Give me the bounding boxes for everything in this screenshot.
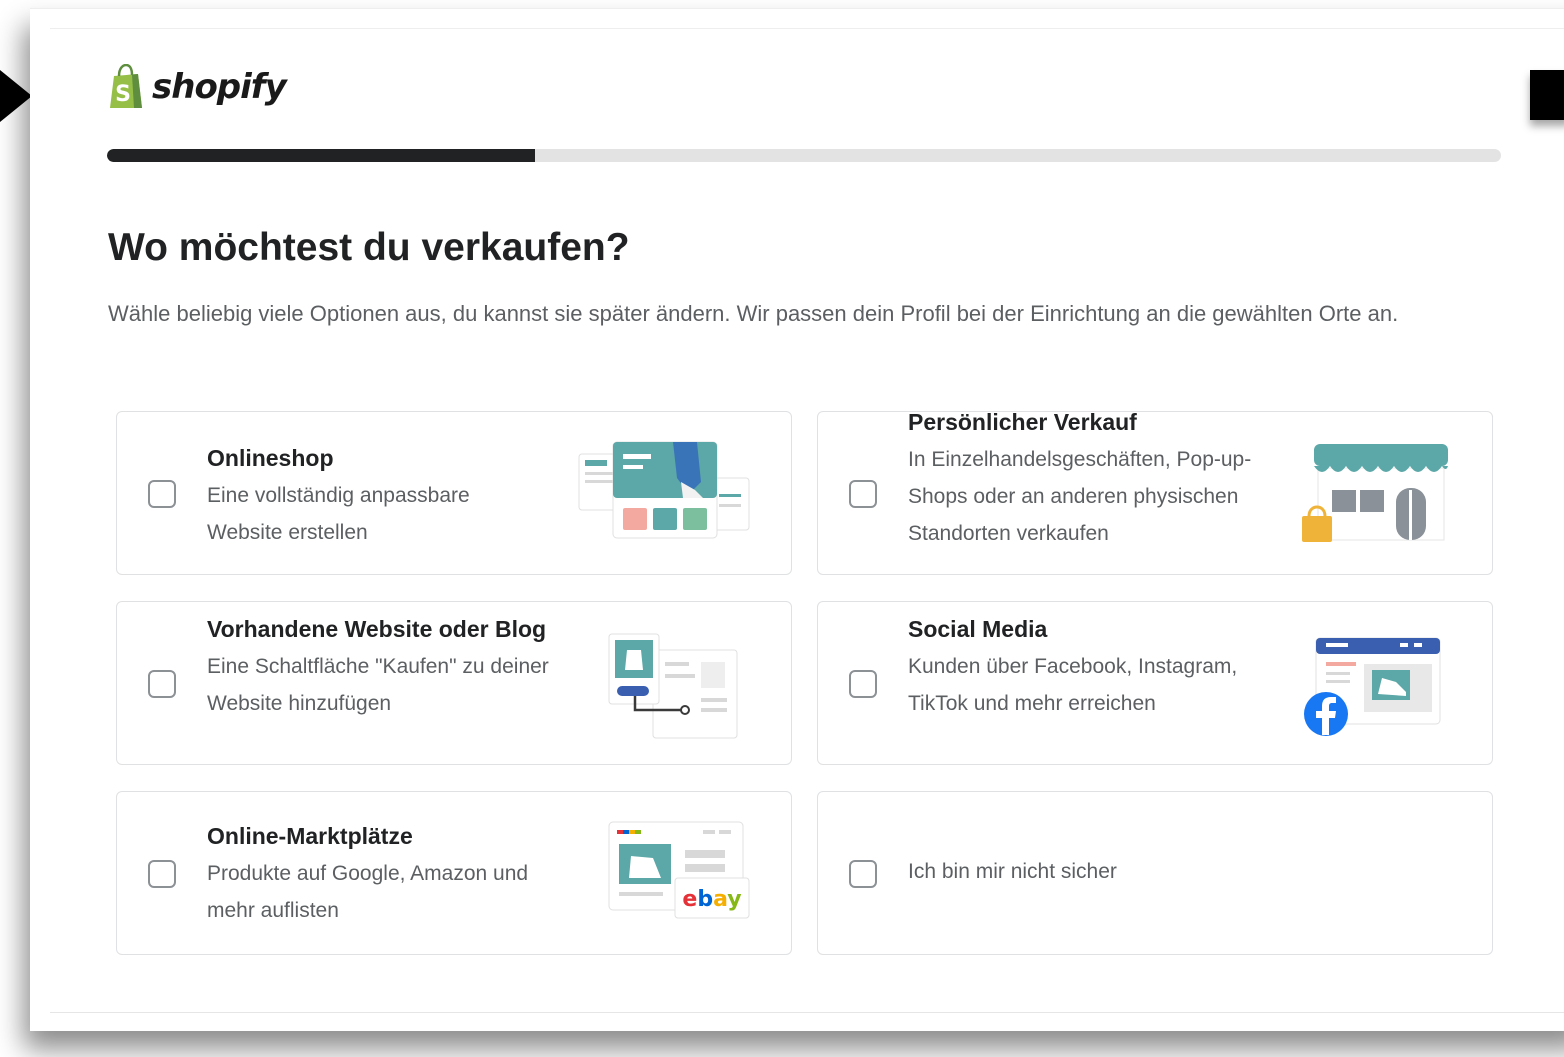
option-description: Eine Schaltfläche "Kaufen" zu deiner Web… [207,655,549,715]
left-arrow-pointer [0,70,32,122]
marketplace-illustration-icon: ebay [608,821,750,919]
option-text: Persönlicher Verkauf In Einzelhandelsges… [908,404,1268,552]
option-not-sure[interactable]: Ich bin mir nicht sicher [817,791,1493,955]
option-title: Online-Marktplätze [207,823,413,849]
option-title: Social Media [908,616,1048,642]
option-text: Onlineshop Eine vollständig anpassbare W… [207,440,567,551]
right-marker [1530,70,1564,120]
top-divider [50,28,1564,29]
bottom-divider [50,1012,1564,1013]
progress-bar-fill [107,149,535,162]
logo-wordmark: shopify [152,67,287,107]
bag-letter: S [115,82,131,107]
retail-store-illustration-icon [1302,444,1448,542]
option-marketplaces[interactable]: Online-Marktplätze Produkte auf Google, … [116,791,792,955]
shopify-logo: S shopify [106,62,287,112]
option-text: Vorhandene Website oder Blog Eine Schalt… [207,611,567,722]
option-in-person-sales[interactable]: Persönlicher Verkauf In Einzelhandelsges… [817,409,1493,575]
option-online-store[interactable]: Onlineshop Eine vollständig anpassbare W… [116,411,792,575]
ebay-wordmark: ebay [682,887,741,912]
option-text: Online-Marktplätze Produkte auf Google, … [207,818,567,929]
existing-website-checkbox[interactable] [148,670,176,698]
screenshot-stage: S shopify Wo möchtest du verkaufen? Wähl… [0,0,1564,1057]
progress-bar [107,149,1501,162]
option-description: Produkte auf Google, Amazon und mehr auf… [207,862,529,922]
online-store-illustration-icon [578,441,750,539]
social-media-illustration-icon [1304,637,1441,736]
social-media-checkbox[interactable] [849,670,877,698]
in-person-sales-checkbox[interactable] [849,480,877,508]
option-social-media[interactable]: Social Media Kunden über Facebook, Insta… [817,601,1493,765]
option-description: In Einzelhandelsgeschäften, Pop-up-Shops… [908,448,1252,545]
option-title: Onlineshop [207,445,334,471]
online-store-checkbox[interactable] [148,480,176,508]
option-label: Ich bin mir nicht sicher [908,860,1117,883]
buy-button-illustration-icon [608,633,738,739]
page-title: Wo möchtest du verkaufen? [108,226,630,269]
marketplaces-checkbox[interactable] [148,860,176,888]
option-title: Vorhandene Website oder Blog [207,616,547,642]
option-description: Kunden über Facebook, Instagram, TikTok … [908,655,1238,715]
option-existing-website[interactable]: Vorhandene Website oder Blog Eine Schalt… [116,601,792,765]
option-description: Eine vollständig anpassbare Website erst… [207,484,470,544]
page-subtitle: Wähle beliebig viele Optionen aus, du ka… [108,301,1399,326]
shopify-bag-icon: S [110,64,142,108]
option-text: Social Media Kunden über Facebook, Insta… [908,611,1268,722]
option-title: Persönlicher Verkauf [908,409,1137,435]
not-sure-checkbox[interactable] [849,860,877,888]
